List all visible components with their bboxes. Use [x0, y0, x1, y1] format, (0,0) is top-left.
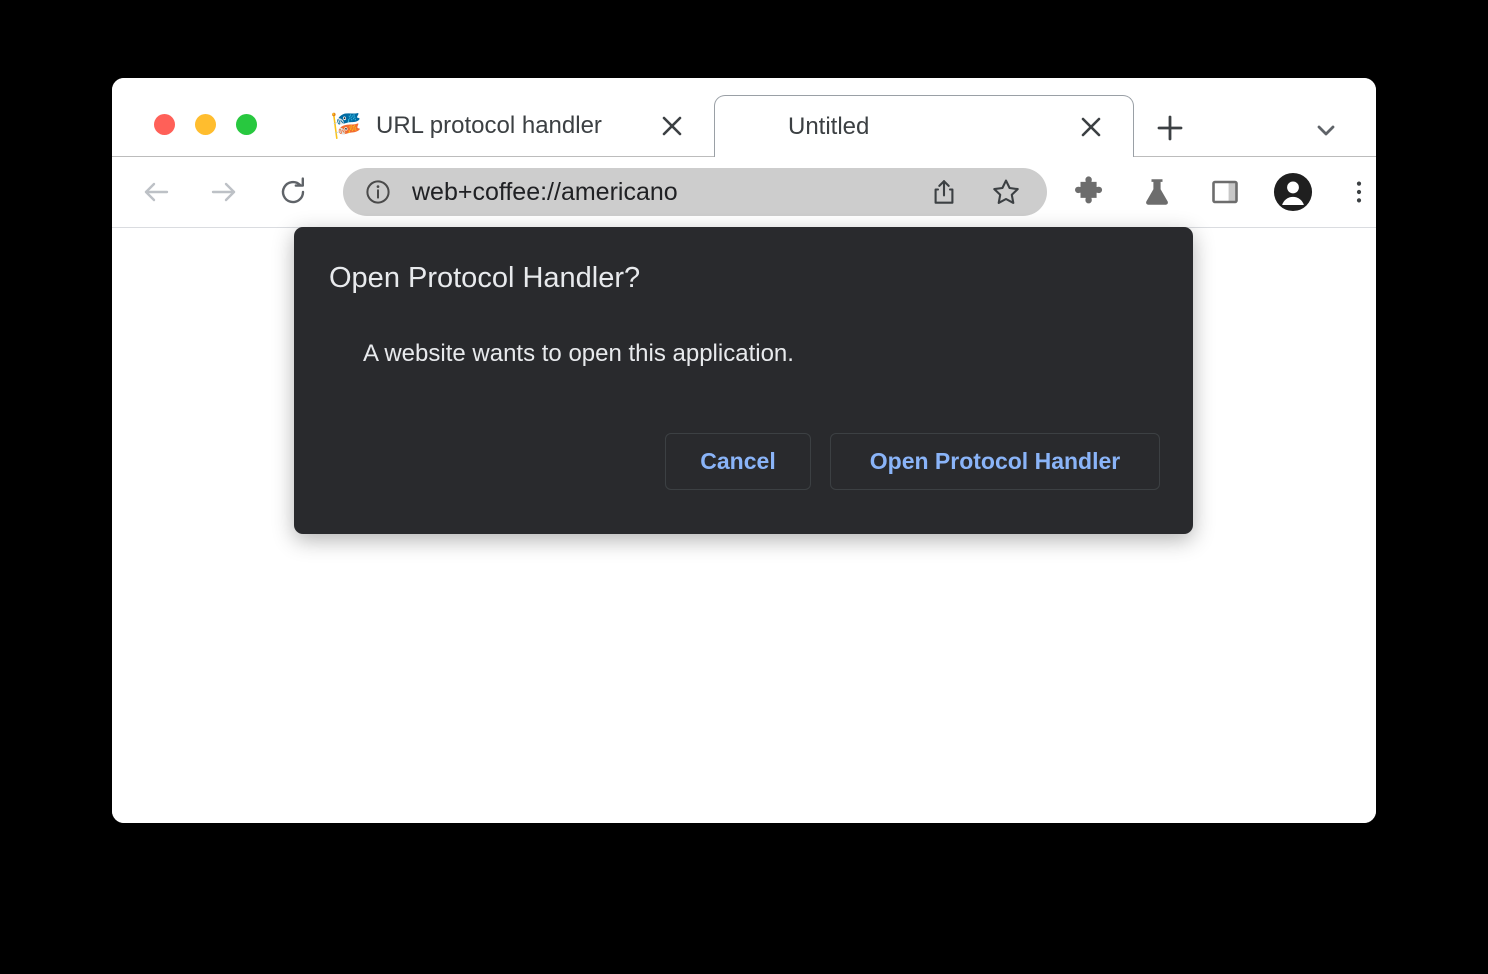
carp-streamer-favicon: 🎏 — [330, 111, 362, 140]
cancel-button[interactable]: Cancel — [665, 433, 811, 490]
open-protocol-handler-button[interactable]: Open Protocol Handler — [830, 433, 1160, 490]
puzzle-icon[interactable] — [1069, 172, 1109, 212]
browser-toolbar: web+coffee://americano — [112, 157, 1376, 228]
dialog-message: A website wants to open this application… — [363, 340, 794, 367]
window-traffic-lights — [154, 114, 257, 135]
tab-title: Untitled — [788, 112, 870, 140]
plus-icon[interactable] — [1152, 110, 1188, 146]
side-panel-icon[interactable] — [1205, 172, 1245, 212]
profile-avatar-icon[interactable] — [1273, 172, 1313, 212]
tab-title: URL protocol handler — [376, 112, 602, 139]
share-icon[interactable] — [927, 175, 961, 209]
chevron-down-icon[interactable] — [1308, 112, 1344, 148]
tab-untitled[interactable]: Untitled — [714, 95, 1134, 157]
tab-strip: 🎏 URL protocol handler Untitled — [112, 78, 1376, 157]
three-dot-menu-icon[interactable] — [1339, 172, 1376, 212]
forward-arrow-icon[interactable] — [202, 170, 246, 214]
back-arrow-icon[interactable] — [134, 170, 178, 214]
info-circle-icon[interactable] — [364, 178, 392, 206]
dialog-title: Open Protocol Handler? — [329, 262, 641, 294]
flask-icon[interactable] — [1137, 172, 1177, 212]
star-icon[interactable] — [989, 175, 1023, 209]
address-bar[interactable]: web+coffee://americano — [343, 168, 1047, 216]
window-maximize-button[interactable] — [236, 114, 257, 135]
tab-url-protocol-handler[interactable]: 🎏 URL protocol handler — [304, 95, 714, 157]
reload-icon[interactable] — [271, 170, 315, 214]
dialog-button-row: Cancel Open Protocol Handler — [665, 433, 1160, 490]
window-close-button[interactable] — [154, 114, 175, 135]
address-bar-url[interactable]: web+coffee://americano — [412, 178, 927, 207]
tab-close-icon[interactable] — [656, 110, 688, 142]
window-minimize-button[interactable] — [195, 114, 216, 135]
tab-close-icon[interactable] — [1075, 111, 1107, 143]
open-protocol-handler-dialog: Open Protocol Handler? A website wants t… — [294, 227, 1193, 534]
